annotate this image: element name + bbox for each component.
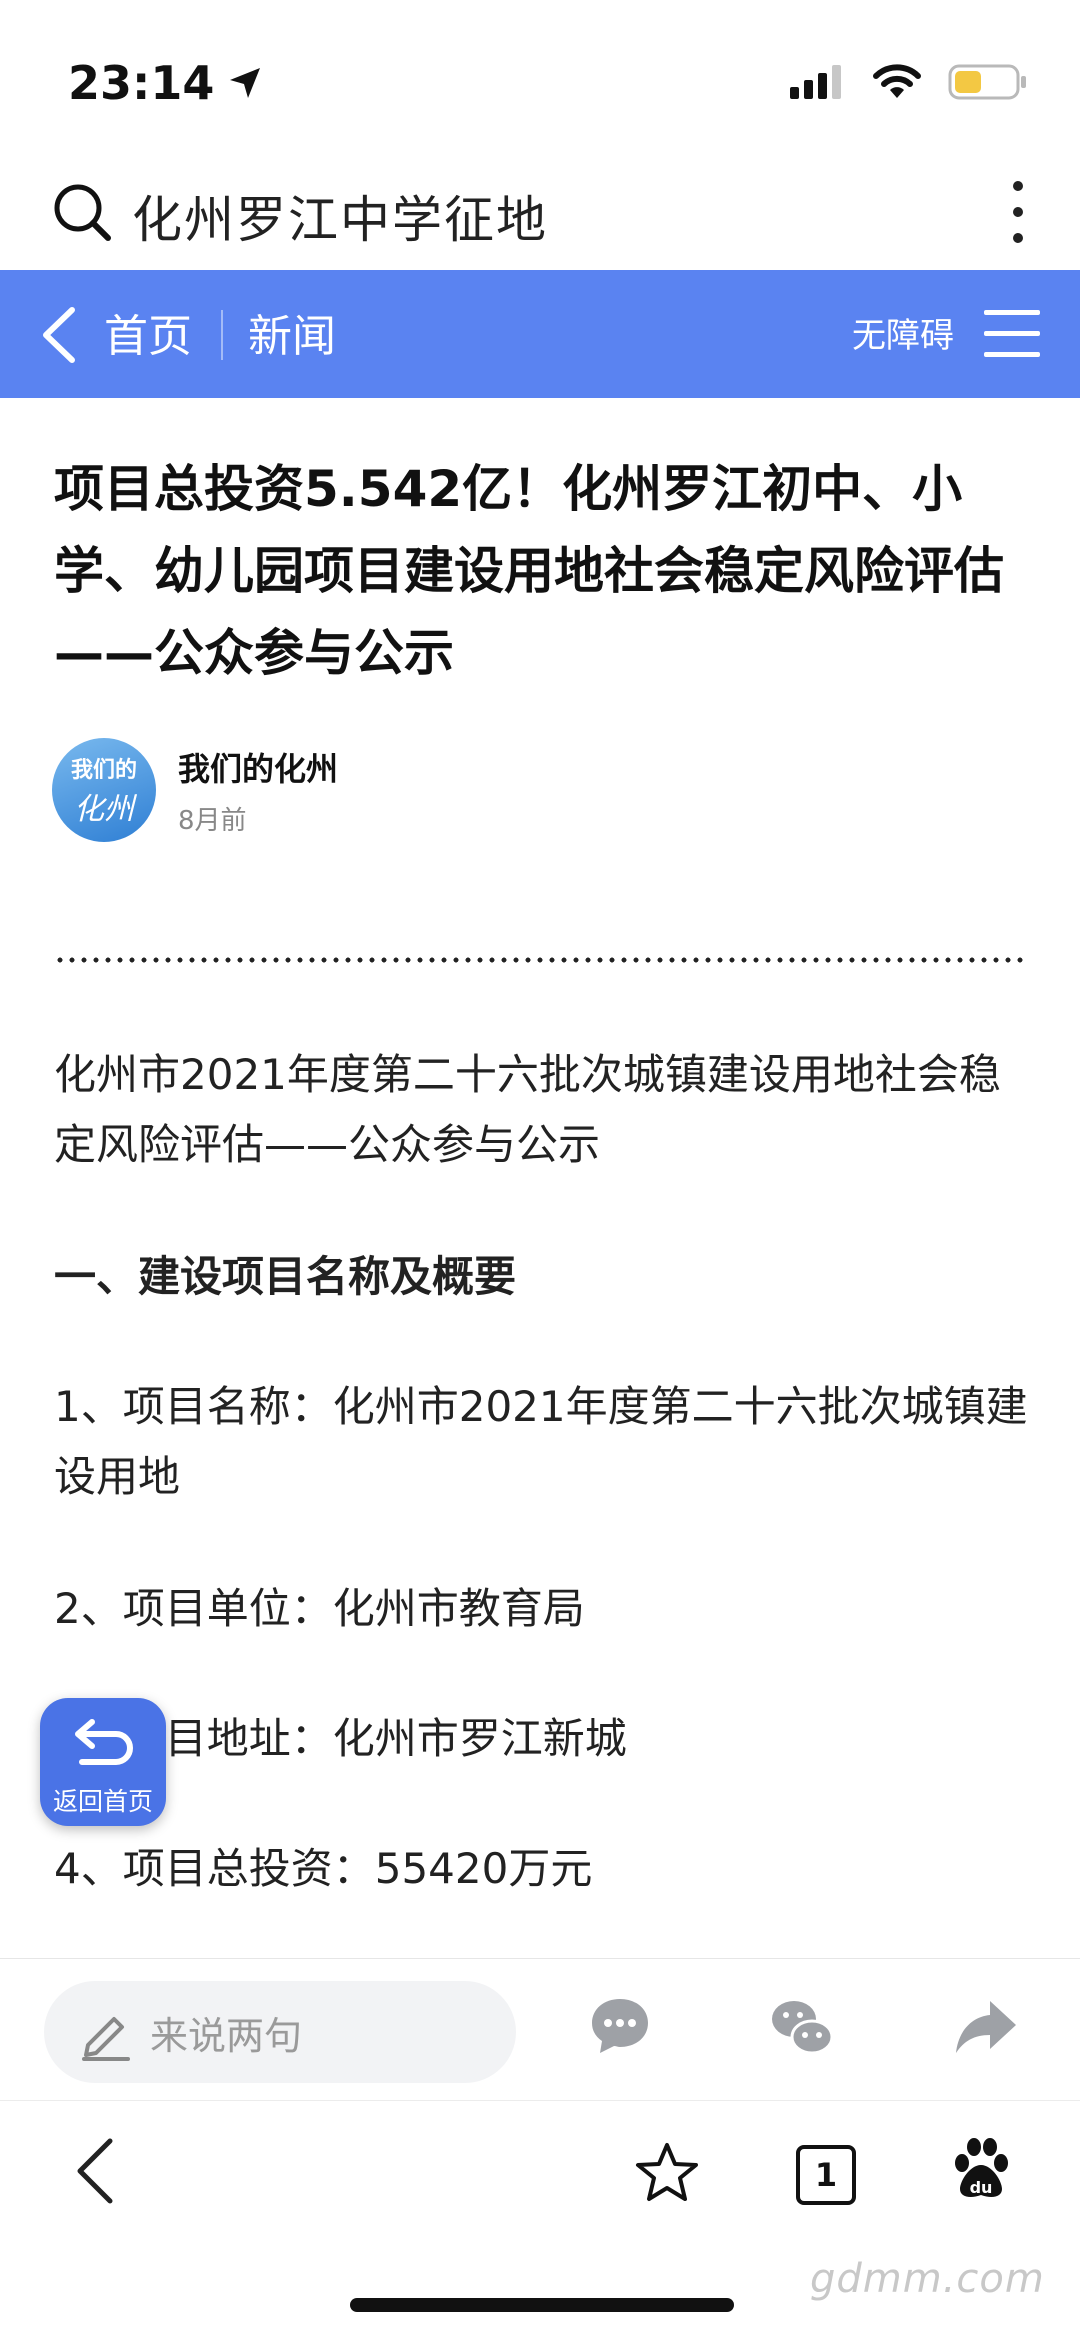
return-arrow-icon [75,1719,133,1765]
pencil-icon [82,2017,130,2061]
tabs-count-button[interactable]: 1 [796,2145,856,2205]
article-item-2: 2、项目单位：化州市教育局 [54,1584,585,1633]
nav-home-link[interactable]: 首页 [104,300,192,364]
watermark: gdmm.com [810,2256,1045,2302]
baidu-paw-icon[interactable]: du [948,2137,1014,2203]
signal-icon [790,65,841,99]
author-block[interactable]: 我们的 化州 我们的化州 8月前 [52,738,338,842]
share-icon[interactable] [954,1995,1018,2059]
article-item-4: 4、项目总投资：55420万元 [54,1844,593,1893]
wechat-icon[interactable] [770,1995,834,2059]
comment-input[interactable]: 来说两句 [44,1981,516,2083]
article-item-3: 3、项目地址：化州市罗江新城 [54,1714,627,1763]
author-name[interactable]: 我们的化州 [178,744,338,790]
battery-icon [948,64,1026,100]
comment-placeholder[interactable]: 来说两句 [150,2005,302,2060]
dotted-divider [54,956,1024,964]
avatar-text-top: 我们的 [70,758,137,783]
article-title: 项目总投资5.542亿！化州罗江初中、小学、幼儿园项目建设用地社会稳定风险评估—… [54,460,1004,682]
nav-divider [221,310,223,360]
wifi-icon [873,64,921,98]
home-indicator[interactable] [350,2298,734,2312]
browser-back-icon[interactable] [72,2137,116,2205]
comment-icon[interactable] [588,1995,652,2059]
search-query[interactable]: 化州罗江中学征地 [132,180,548,252]
location-arrow-icon [230,68,261,98]
publish-time: 8月前 [178,805,247,836]
status-time: 23:14 [68,56,215,110]
status-bar: 23:14 [0,0,1080,160]
comment-bar: 来说两句 [0,1958,1080,2099]
article-item-1: 1、项目名称：化州市2021年度第二十六批次城镇建设用地 [54,1382,1028,1501]
svg-text:du: du [970,2178,993,2197]
author-avatar[interactable]: 我们的 化州 [52,738,156,842]
bookmark-star-icon[interactable] [634,2141,700,2205]
article-intro: 化州市2021年度第二十六批次城镇建设用地社会稳定风险评估——公众参与公示 [54,1050,1001,1169]
more-options-icon[interactable] [1006,176,1030,248]
nav-news-link[interactable]: 新闻 [248,300,336,364]
search-icon[interactable] [52,182,114,244]
back-home-button[interactable]: 返回首页 [40,1698,166,1826]
search-bar[interactable]: 化州罗江中学征地 [0,160,1080,270]
accessibility-link[interactable]: 无障碍 [852,308,954,357]
section-heading: 一、建设项目名称及概要 [54,1252,517,1301]
menu-icon[interactable] [982,308,1042,360]
back-home-label: 返回首页 [52,1787,153,1816]
avatar-text-bottom: 化州 [74,792,134,827]
nav-bar: 首页 新闻 无障碍 [0,270,1080,398]
back-chevron-icon[interactable] [38,306,78,364]
